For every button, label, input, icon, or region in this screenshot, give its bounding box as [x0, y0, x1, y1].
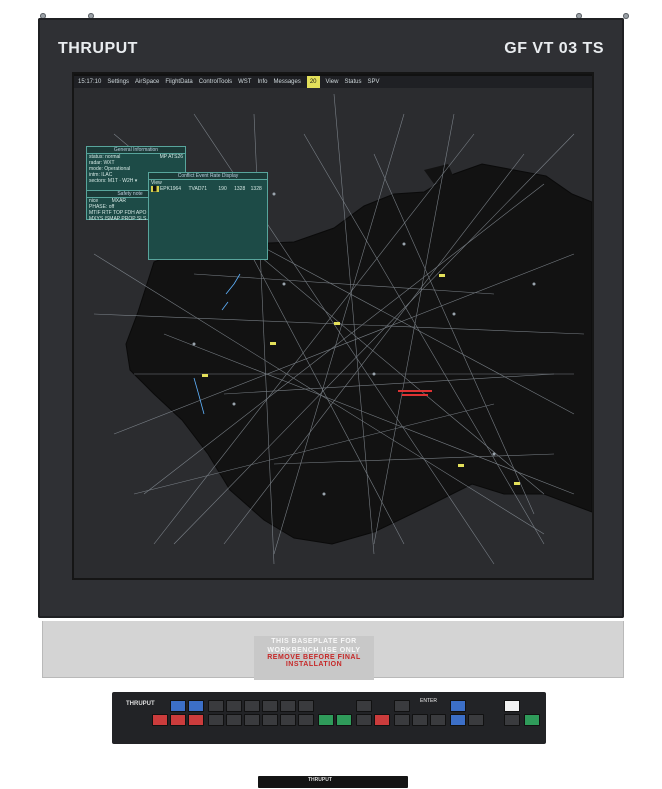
- menu-time: 15:17:10: [78, 79, 102, 85]
- gray-key[interactable]: [430, 714, 446, 726]
- menu-view[interactable]: View: [326, 76, 339, 88]
- menu-flightdata[interactable]: FlightData: [165, 76, 192, 88]
- red-key[interactable]: [152, 714, 168, 726]
- keyboard-logo: THRUPUT: [126, 701, 155, 707]
- window-title: Conflict Event Rate Display: [149, 173, 267, 180]
- gray-key[interactable]: [244, 714, 260, 726]
- selection-marker: █: [151, 186, 159, 192]
- gray-key[interactable]: [244, 700, 260, 712]
- gray-key[interactable]: [208, 714, 224, 726]
- baseplate-line1: THIS BASEPLATE FOR: [271, 638, 357, 645]
- blue-key[interactable]: [450, 714, 466, 726]
- menu-info[interactable]: Info: [257, 76, 267, 88]
- gray-key[interactable]: [356, 714, 372, 726]
- menu-airspace[interactable]: AirSpace: [135, 76, 159, 88]
- monitor-frame: THRUPUT GF VT 03 TS 15:17:10 Settings Ai…: [38, 18, 624, 618]
- menu-status[interactable]: Status: [344, 76, 361, 88]
- menu-settings[interactable]: Settings: [107, 76, 129, 88]
- gray-key[interactable]: [468, 714, 484, 726]
- red-key[interactable]: [170, 714, 186, 726]
- conflict-window[interactable]: Conflict Event Rate Display View █ EPK19…: [148, 172, 268, 260]
- baseplate-warning2: INSTALLATION: [285, 661, 343, 668]
- blue-key[interactable]: [170, 700, 186, 712]
- menu-wst[interactable]: WST: [238, 76, 251, 88]
- gray-key[interactable]: [298, 714, 314, 726]
- screw-icon: [623, 13, 629, 19]
- handheld-stick[interactable]: THRUPUT: [258, 776, 408, 788]
- baseplate-label: THIS BASEPLATE FOR WORKBENCH USE ONLY RE…: [254, 636, 374, 680]
- gray-key[interactable]: [262, 700, 278, 712]
- gray-key[interactable]: [298, 700, 314, 712]
- menu-controltools[interactable]: ControlTools: [199, 76, 232, 88]
- gray-key[interactable]: [208, 700, 224, 712]
- blue-key[interactable]: [450, 700, 466, 712]
- brand-logo: THRUPUT: [58, 40, 138, 57]
- gray-key[interactable]: [394, 714, 410, 726]
- red-key[interactable]: [374, 714, 390, 726]
- radar-screen[interactable]: 15:17:10 Settings AirSpace FlightData Co…: [72, 72, 594, 580]
- blue-key[interactable]: [188, 700, 204, 712]
- gray-key[interactable]: [412, 714, 428, 726]
- gray-key[interactable]: [356, 700, 372, 712]
- menu-highlight[interactable]: 20: [306, 76, 320, 88]
- gray-key[interactable]: [280, 700, 296, 712]
- gray-key[interactable]: [226, 700, 242, 712]
- green-key[interactable]: [336, 714, 352, 726]
- red-key[interactable]: [188, 714, 204, 726]
- gray-key[interactable]: [262, 714, 278, 726]
- baseplate-warning1: REMOVE BEFORE FINAL: [267, 654, 361, 661]
- green-key[interactable]: [318, 714, 334, 726]
- stick-label: THRUPUT: [308, 777, 332, 783]
- gray-key[interactable]: [226, 714, 242, 726]
- gray-key[interactable]: [280, 714, 296, 726]
- baseplate-line2: WORKBENCH USE ONLY: [267, 647, 361, 654]
- white-key[interactable]: [504, 700, 520, 712]
- gray-key[interactable]: [504, 714, 520, 726]
- window-title: General Information: [87, 147, 185, 154]
- model-label: GF VT 03 TS: [504, 40, 604, 57]
- menu-spv[interactable]: SPV: [367, 76, 379, 88]
- menu-messages[interactable]: Messages: [273, 76, 300, 88]
- control-keyboard[interactable]: THRUPUT ENTER: [112, 692, 546, 744]
- flight-row[interactable]: █ EPK1964 TVAD71 190 1328 1328: [149, 186, 267, 192]
- enter-label: ENTER: [420, 698, 437, 704]
- green-key[interactable]: [524, 714, 540, 726]
- gray-key[interactable]: [394, 700, 410, 712]
- menu-bar[interactable]: 15:17:10 Settings AirSpace FlightData Co…: [74, 76, 592, 88]
